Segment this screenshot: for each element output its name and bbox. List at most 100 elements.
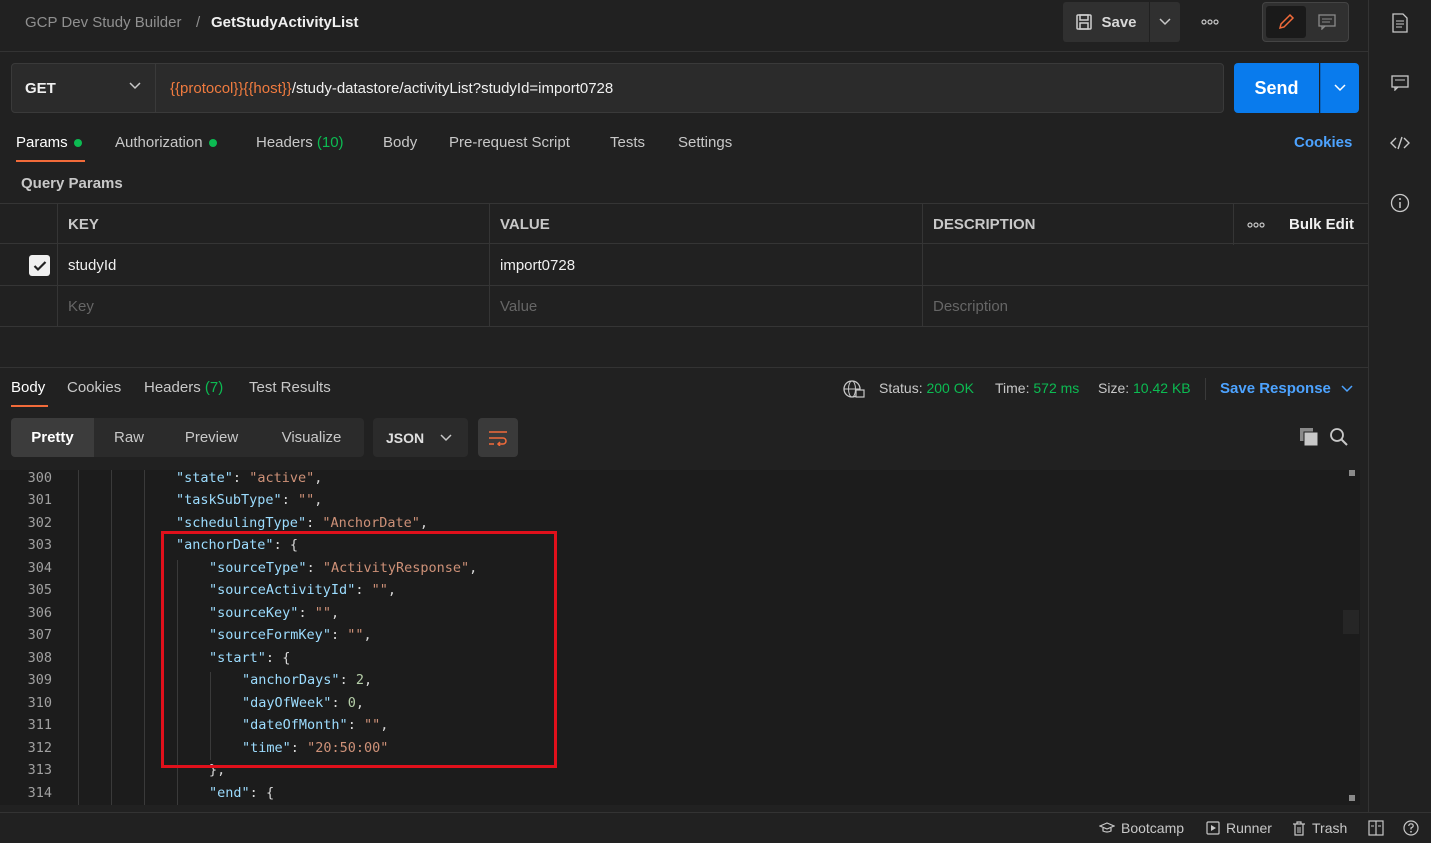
tab-tests[interactable]: Tests bbox=[610, 134, 645, 151]
response-tab-body[interactable]: Body bbox=[11, 379, 45, 396]
url-protocol-variable: {{protocol}} bbox=[170, 79, 244, 97]
globe-network-icon[interactable] bbox=[843, 379, 865, 402]
bulk-edit-button[interactable]: Bulk Edit bbox=[1279, 204, 1368, 245]
code-line: 314 "end": { bbox=[0, 782, 1340, 804]
new-param-key-input[interactable]: Key bbox=[57, 286, 489, 327]
response-tab-cookies[interactable]: Cookies bbox=[67, 379, 121, 396]
line-number: 302 bbox=[27, 515, 52, 531]
highlight-annotation-box bbox=[161, 531, 557, 768]
chevron-down-icon bbox=[1341, 385, 1353, 393]
chevron-down-icon bbox=[1159, 18, 1171, 26]
save-button[interactable]: Save bbox=[1063, 2, 1149, 42]
json-value: "active" bbox=[249, 470, 315, 486]
params-indicator-dot bbox=[73, 139, 82, 148]
format-preview[interactable]: Preview bbox=[164, 418, 259, 457]
code-snippet-icon[interactable] bbox=[1389, 132, 1411, 154]
comment-mode-button[interactable] bbox=[1308, 6, 1346, 38]
code-text: "end": { bbox=[209, 785, 275, 801]
help-icon[interactable] bbox=[1403, 820, 1419, 836]
line-number: 306 bbox=[27, 605, 52, 621]
tab-body[interactable]: Body bbox=[383, 134, 417, 151]
response-time: Time: 572 ms bbox=[995, 380, 1080, 396]
format-pretty[interactable]: Pretty bbox=[11, 418, 94, 457]
checkmark-icon bbox=[33, 260, 46, 271]
column-header-key: KEY bbox=[57, 204, 489, 245]
ellipsis-icon bbox=[1201, 19, 1219, 25]
new-param-description-input[interactable]: Description bbox=[922, 286, 1368, 327]
param-description-field[interactable] bbox=[922, 245, 1368, 286]
breadcrumb-request-name[interactable]: GetStudyActivityList bbox=[211, 14, 359, 31]
response-divider[interactable] bbox=[0, 367, 1368, 368]
tab-settings[interactable]: Settings bbox=[678, 134, 732, 151]
scroll-down-marker bbox=[1349, 795, 1355, 801]
table-options-button[interactable] bbox=[1233, 204, 1279, 245]
bootcamp-button[interactable]: Bootcamp bbox=[1099, 820, 1184, 836]
format-raw[interactable]: Raw bbox=[94, 418, 164, 457]
json-key: end bbox=[217, 785, 242, 801]
comments-icon[interactable] bbox=[1389, 72, 1411, 94]
breadcrumb-workspace[interactable]: GCP Dev Study Builder bbox=[25, 14, 181, 31]
two-pane-view-icon[interactable] bbox=[1368, 820, 1384, 836]
wrap-lines-button[interactable] bbox=[478, 418, 518, 457]
json-key: schedulingType bbox=[184, 515, 298, 531]
status-footer: Bootcamp Runner Trash bbox=[0, 812, 1431, 843]
request-header: GCP Dev Study Builder / GetStudyActivity… bbox=[0, 0, 1368, 52]
format-visualize[interactable]: Visualize bbox=[259, 418, 364, 457]
cookies-link[interactable]: Cookies bbox=[1294, 134, 1352, 151]
json-key: state bbox=[184, 470, 225, 486]
response-status: Status: 200 OK bbox=[879, 380, 974, 396]
line-number: 304 bbox=[27, 560, 52, 576]
more-actions-button[interactable] bbox=[1196, 12, 1224, 32]
response-tab-test-results[interactable]: Test Results bbox=[249, 379, 331, 396]
wrap-lines-icon bbox=[489, 430, 507, 446]
response-format-tabs: Pretty Raw Preview Visualize bbox=[11, 418, 364, 457]
line-number: 305 bbox=[27, 582, 52, 598]
column-header-description: DESCRIPTION bbox=[922, 204, 1233, 245]
url-path: /study-datastore/activityList?studyId=im… bbox=[291, 79, 614, 97]
send-button[interactable]: Send bbox=[1234, 63, 1319, 113]
new-param-value-input[interactable]: Value bbox=[489, 286, 922, 327]
breadcrumb-separator: / bbox=[196, 14, 201, 31]
runner-button[interactable]: Runner bbox=[1206, 820, 1272, 836]
line-number: 310 bbox=[27, 695, 52, 711]
tab-pre-request-script[interactable]: Pre-request Script bbox=[449, 134, 570, 151]
scroll-up-marker bbox=[1349, 470, 1355, 476]
tab-headers[interactable]: Headers (10) bbox=[256, 134, 344, 151]
table-row: studyId import0728 bbox=[0, 245, 1368, 286]
response-tab-headers[interactable]: Headers (7) bbox=[144, 379, 223, 396]
save-dropdown-button[interactable] bbox=[1150, 2, 1180, 42]
copy-icon[interactable] bbox=[1299, 427, 1319, 450]
json-value: "AnchorDate" bbox=[322, 515, 420, 531]
right-sidebar bbox=[1368, 0, 1431, 812]
save-label: Save bbox=[1101, 13, 1137, 31]
param-enabled-checkbox[interactable] bbox=[29, 255, 50, 276]
info-icon[interactable] bbox=[1389, 192, 1411, 214]
search-icon[interactable] bbox=[1329, 427, 1349, 450]
view-mode-toggle bbox=[1262, 2, 1349, 42]
param-key-field[interactable]: studyId bbox=[57, 245, 489, 286]
param-value-field[interactable]: import0728 bbox=[489, 245, 922, 286]
line-number: 313 bbox=[27, 762, 52, 778]
editor-scrollbar[interactable] bbox=[1342, 470, 1360, 805]
runner-icon bbox=[1206, 821, 1220, 835]
language-select[interactable]: JSON bbox=[373, 418, 468, 457]
line-number: 308 bbox=[27, 650, 52, 666]
ellipsis-icon bbox=[1247, 221, 1265, 228]
edit-mode-button[interactable] bbox=[1266, 6, 1306, 38]
method-select[interactable]: GET bbox=[11, 63, 156, 113]
json-value: "" bbox=[297, 492, 315, 508]
tab-params[interactable]: Params bbox=[16, 134, 82, 151]
query-params-title: Query Params bbox=[21, 175, 123, 192]
url-host-variable: {{host}} bbox=[243, 79, 292, 97]
line-number: 314 bbox=[27, 785, 52, 801]
trash-button[interactable]: Trash bbox=[1292, 820, 1347, 836]
documentation-icon[interactable] bbox=[1389, 12, 1411, 34]
tab-authorization[interactable]: Authorization bbox=[115, 134, 217, 151]
json-value: { bbox=[265, 785, 275, 801]
line-number: 309 bbox=[27, 672, 52, 688]
trash-icon bbox=[1293, 820, 1305, 836]
scroll-thumb[interactable] bbox=[1343, 610, 1359, 634]
send-dropdown-button[interactable] bbox=[1320, 63, 1359, 113]
url-input[interactable]: {{protocol}} {{host}}/study-datastore/act… bbox=[155, 63, 1224, 113]
save-response-button[interactable]: Save Response bbox=[1220, 380, 1353, 397]
